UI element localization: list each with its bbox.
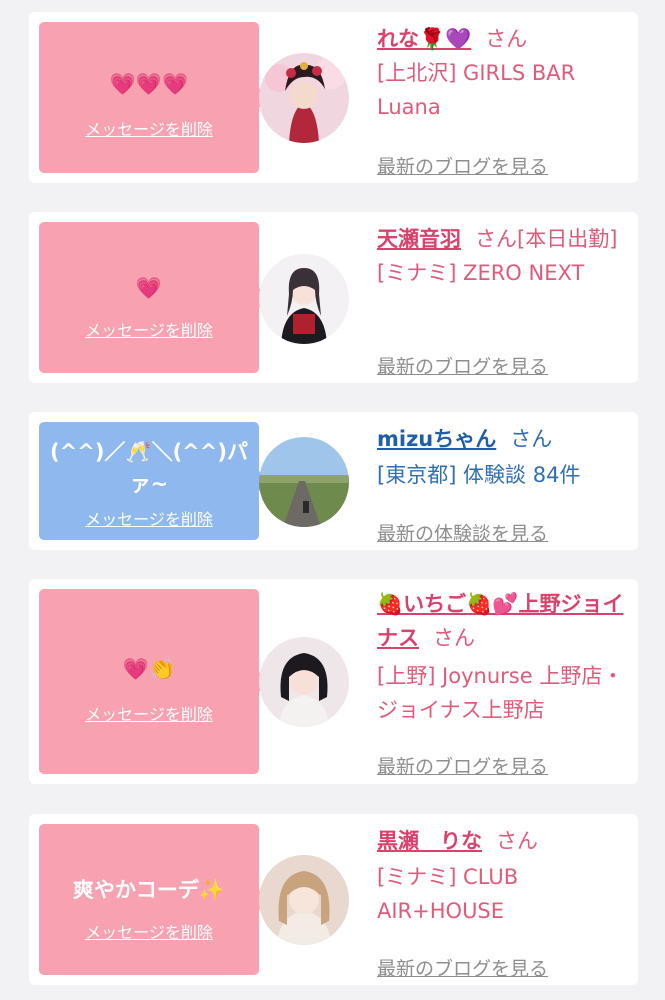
shop-name: [上北沢] GIRLS BAR Luana <box>377 61 576 119</box>
message-text: 💗💗💗 <box>109 72 189 96</box>
avatar-photo-icon <box>259 637 349 727</box>
shop-name: [東京都] 体験談 84件 <box>377 463 581 487</box>
member-info: mizuちゃん さん [東京都] 体験談 84件 最新の体験談を見る <box>377 422 627 545</box>
shop-name: [ミナミ] ZERO NEXT <box>377 261 585 285</box>
avatar[interactable] <box>259 254 349 344</box>
message-text: 💗👏 <box>122 657 176 681</box>
honorific: さん <box>433 626 475 650</box>
message-text: 爽やかコーデ✨ <box>72 878 226 902</box>
member-name-link[interactable]: れな🌹💜 <box>377 27 471 51</box>
avatar-photo-icon <box>259 855 349 945</box>
message-bubble: 💗💗💗 メッセージを削除 <box>39 22 269 173</box>
member-name-link[interactable]: 🍓いちご🍓💕上野ジョイナス <box>377 592 623 650</box>
avatar[interactable] <box>259 637 349 727</box>
avatar[interactable] <box>259 855 349 945</box>
message-card: 💗👏 メッセージを削除 🍓いちご🍓💕上野ジョイナス さん [上野] Joynurs… <box>29 579 638 784</box>
latest-blog-link[interactable]: 最新のブログを見る <box>377 355 548 379</box>
member-name-link[interactable]: mizuちゃん <box>377 427 496 451</box>
message-card: (^^)／🥂＼(^^)パァ~ メッセージを削除 mizuちゃん さん [東京都] … <box>29 412 638 550</box>
message-bubble: 爽やかコーデ✨ メッセージを削除 <box>39 824 269 975</box>
member-info: れな🌹💜 さん [上北沢] GIRLS BAR Luana 最新のブログを見る <box>377 22 627 178</box>
honorific: さん <box>496 829 538 853</box>
message-card: 💗 メッセージを削除 天瀬音羽 さん[本日出勤] [ミナミ] ZERO NEXT … <box>29 212 638 383</box>
message-text: (^^)／🥂＼(^^)パァ~ <box>50 440 248 496</box>
avatar[interactable] <box>259 53 349 143</box>
latest-blog-link[interactable]: 最新のブログを見る <box>377 957 548 981</box>
avatar-photo-icon <box>259 254 349 344</box>
member-name-link[interactable]: 黒瀬 りな <box>377 829 482 853</box>
latest-experience-link[interactable]: 最新の体験談を見る <box>377 522 548 546</box>
honorific: さん <box>510 427 553 451</box>
shop-name: [ミナミ] CLUB AIR+HOUSE <box>377 865 519 923</box>
message-bubble: 💗 メッセージを削除 <box>39 222 269 373</box>
latest-blog-link[interactable]: 最新のブログを見る <box>377 155 548 179</box>
member-name-link[interactable]: 天瀬音羽 <box>377 227 461 251</box>
message-card: 爽やかコーデ✨ メッセージを削除 黒瀬 りな さん [ミナミ] CLUB AIR+… <box>29 814 638 985</box>
message-text: 💗 <box>135 276 163 300</box>
shop-name: [上野] Joynurse 上野店・ジョイナス上野店 <box>377 664 624 722</box>
member-info: 天瀬音羽 さん[本日出勤] [ミナミ] ZERO NEXT 最新のブログを見る <box>377 222 627 378</box>
message-card: 💗💗💗 メッセージを削除 れな🌹💜 さん [上北沢] GIRLS BAR Luan… <box>29 12 638 183</box>
delete-message-link[interactable]: メッセージを削除 <box>39 120 259 140</box>
member-info: 🍓いちご🍓💕上野ジョイナス さん [上野] Joynurse 上野店・ジョイナス上… <box>377 587 627 778</box>
message-bubble: 💗👏 メッセージを削除 <box>39 589 269 774</box>
avatar-photo-icon <box>259 53 349 143</box>
avatar[interactable] <box>259 437 349 527</box>
message-bubble: (^^)／🥂＼(^^)パァ~ メッセージを削除 <box>39 422 269 540</box>
delete-message-link[interactable]: メッセージを削除 <box>39 705 259 725</box>
honorific: さん[本日出勤] <box>475 227 618 251</box>
latest-blog-link[interactable]: 最新のブログを見る <box>377 755 548 779</box>
delete-message-link[interactable]: メッセージを削除 <box>39 923 259 943</box>
member-info: 黒瀬 りな さん [ミナミ] CLUB AIR+HOUSE 最新のブログを見る <box>377 824 627 980</box>
message-list: 💗💗💗 メッセージを削除 れな🌹💜 さん [上北沢] GIRLS BAR Luan… <box>0 0 665 1000</box>
delete-message-link[interactable]: メッセージを削除 <box>39 321 259 341</box>
avatar-landscape-icon <box>259 437 349 527</box>
delete-message-link[interactable]: メッセージを削除 <box>39 510 259 530</box>
honorific: さん <box>485 27 528 51</box>
